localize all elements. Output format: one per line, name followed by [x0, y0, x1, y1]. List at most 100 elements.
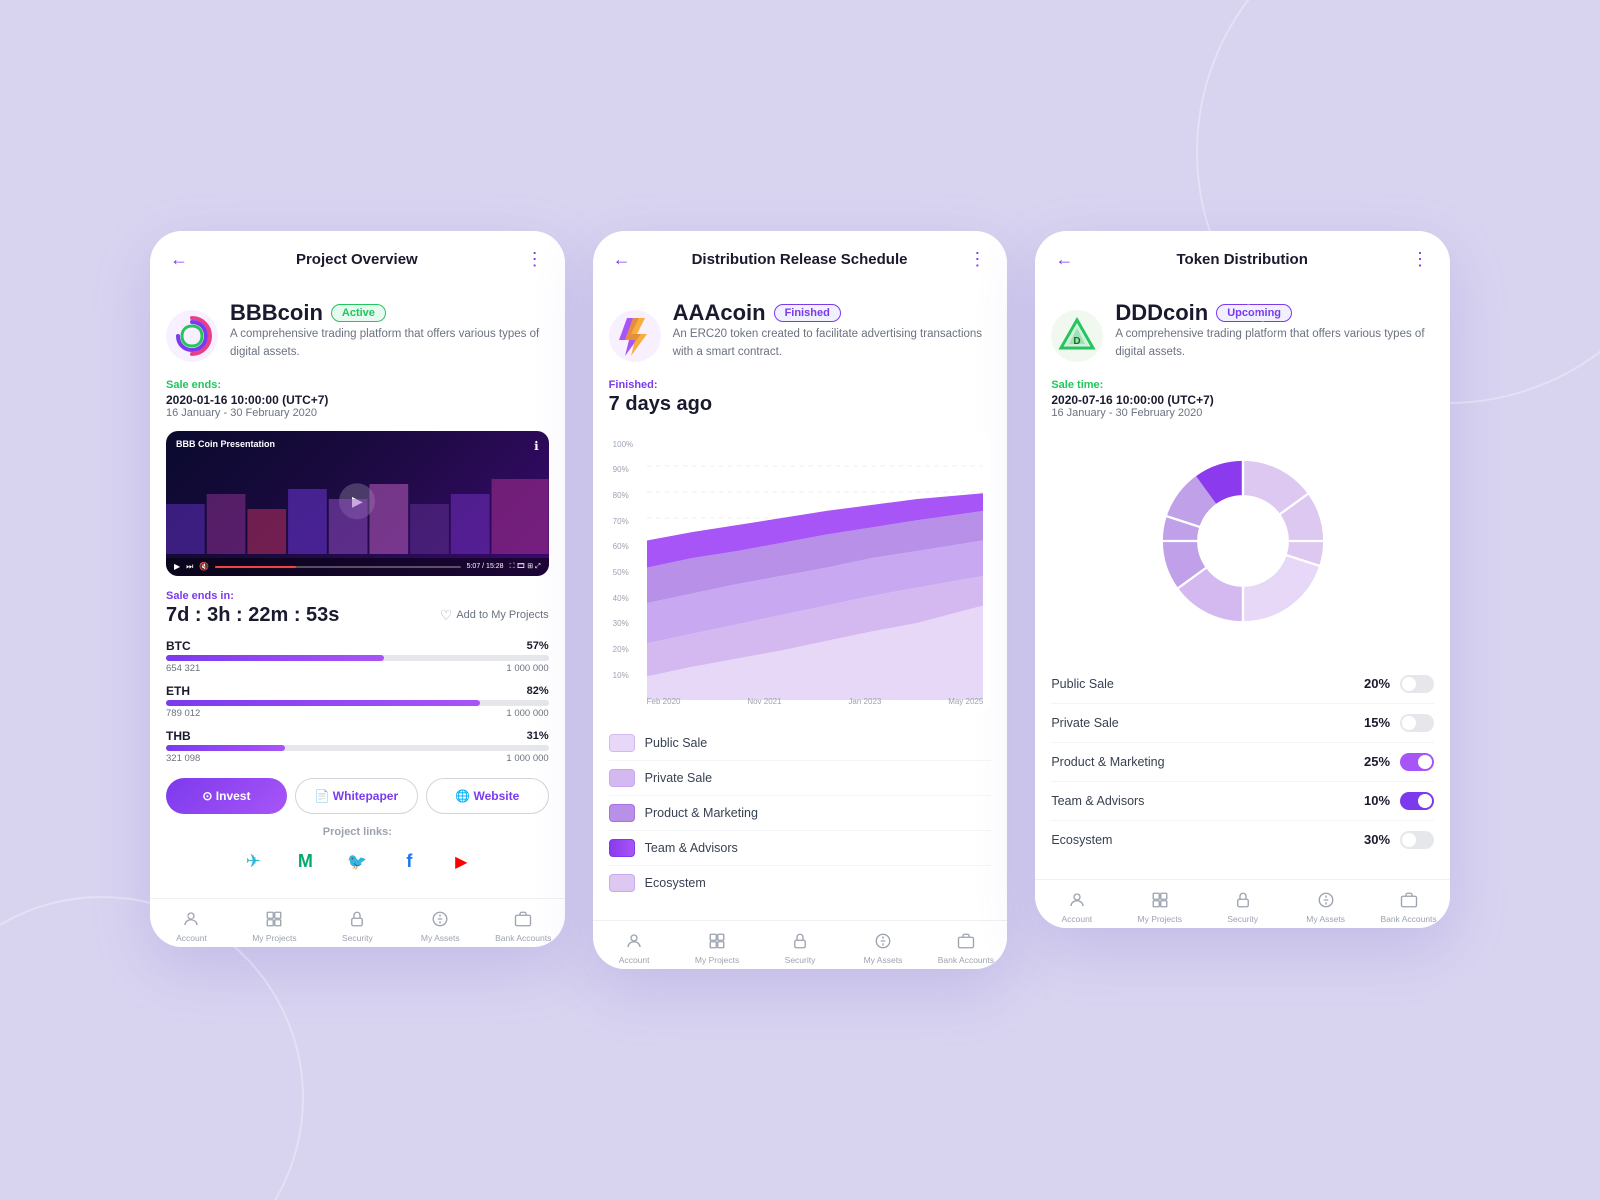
btc-progress: BTC 57% 654 321 1 000 000 [166, 639, 549, 674]
eth-progress: ETH 82% 789 012 1 000 000 [166, 684, 549, 719]
btc-pct: 57% [527, 640, 549, 652]
website-button[interactable]: 🌐 Website [426, 778, 549, 814]
bank-accounts-icon [1397, 888, 1421, 912]
back-button[interactable]: ← [613, 249, 631, 270]
menu-button[interactable]: ⋮ [1411, 249, 1430, 270]
private-sale-toggle[interactable] [1400, 714, 1434, 732]
token-dist-pct: 10% [1364, 793, 1390, 808]
nav-account-label: Account [176, 933, 207, 943]
nav-account[interactable]: Account [150, 907, 233, 943]
nav-security[interactable]: Security [759, 929, 842, 965]
coin-name-badge: BBBcoin Active [230, 300, 549, 326]
coin-info-row: BBBcoin Active A comprehensive trading p… [166, 300, 549, 371]
legend-label: Product & Marketing [645, 806, 758, 820]
y-label: 20% [613, 645, 633, 654]
token-dist-label: Public Sale [1051, 677, 1364, 691]
nav-my-assets[interactable]: My Assets [1284, 888, 1367, 924]
y-label: 50% [613, 568, 633, 577]
nav-bank-accounts[interactable]: Bank Accounts [924, 929, 1007, 965]
facebook-icon[interactable]: f [393, 846, 425, 878]
nav-bank-accounts[interactable]: Bank Accounts [482, 907, 565, 943]
ecosystem-toggle[interactable] [1400, 831, 1434, 849]
coin-logo: D [1051, 310, 1103, 362]
phone1-header: ← Project Overview ⋮ [150, 231, 565, 284]
coin-info-row: AAAcoin Finished An ERC20 token created … [609, 300, 992, 371]
bottom-nav: Account My Projects Security My Assets [150, 898, 565, 947]
coin-name-badge: DDDcoin Upcoming [1115, 300, 1434, 326]
chart-legend: Public Sale Private Sale Product & Marke… [609, 726, 992, 900]
account-icon [622, 929, 646, 953]
twitter-icon[interactable]: 🐦 [341, 846, 373, 878]
legend-label: Ecosystem [645, 876, 706, 890]
chart-x-labels: Feb 2020 Nov 2021 Jan 2023 May 2025 [647, 697, 984, 706]
menu-button[interactable]: ⋮ [526, 249, 545, 270]
phone-project-overview: ← Project Overview ⋮ BBBcoin Active [150, 231, 565, 947]
nav-my-assets-label: My Assets [421, 933, 460, 943]
bank-accounts-icon [511, 907, 535, 931]
nav-security-label: Security [1227, 914, 1258, 924]
token-distribution-list: Public Sale 20% Private Sale 15% Product… [1051, 665, 1434, 859]
countdown-row: 7d : 3h : 22m : 53s ♡ Add to My Projects [166, 604, 549, 627]
nav-account-label: Account [1061, 914, 1092, 924]
whitepaper-button[interactable]: 📄 Whitepaper [295, 778, 418, 814]
nav-my-projects[interactable]: My Projects [676, 929, 759, 965]
eth-label: ETH [166, 684, 190, 698]
nav-my-projects-label: My Projects [695, 955, 739, 965]
header-title: Project Overview [296, 251, 418, 268]
video-progress-bar[interactable] [215, 566, 460, 568]
token-dist-pct: 20% [1364, 676, 1390, 691]
back-button[interactable]: ← [1055, 249, 1073, 270]
nav-bank-accounts[interactable]: Bank Accounts [1367, 888, 1450, 924]
my-assets-icon [1314, 888, 1338, 912]
account-icon [179, 907, 203, 931]
product-marketing-toggle[interactable] [1400, 753, 1434, 771]
sale-range: 16 January - 30 February 2020 [1051, 407, 1434, 419]
team-advisors-toggle[interactable] [1400, 792, 1434, 810]
nav-bank-accounts-label: Bank Accounts [495, 933, 551, 943]
security-icon [788, 929, 812, 953]
menu-button[interactable]: ⋮ [968, 249, 987, 270]
countdown-label: Sale ends in: [166, 590, 549, 602]
y-label: 10% [613, 671, 633, 680]
thb-progress: THB 31% 321 098 1 000 000 [166, 729, 549, 764]
video-time: 5:07 / 15:28 [467, 563, 504, 570]
nav-security-label: Security [785, 955, 816, 965]
nav-my-projects-label: My Projects [1138, 914, 1182, 924]
project-links-label: Project links: [166, 826, 549, 838]
legend-label: Public Sale [645, 736, 708, 750]
medium-icon[interactable]: M [289, 846, 321, 878]
nav-my-projects-label: My Projects [252, 933, 296, 943]
action-buttons: ⊙ Invest 📄 Whitepaper 🌐 Website [166, 778, 549, 814]
y-label: 90% [613, 465, 633, 474]
legend-color [609, 734, 635, 752]
my-assets-icon [428, 907, 452, 931]
y-label: 100% [613, 440, 633, 449]
nav-my-projects[interactable]: My Projects [1118, 888, 1201, 924]
add-to-projects-button[interactable]: ♡ Add to My Projects [440, 607, 549, 624]
donut-chart [1153, 451, 1333, 631]
telegram-icon[interactable]: ✈ [237, 846, 269, 878]
countdown-value: 7d : 3h : 22m : 53s [166, 604, 339, 627]
youtube-icon[interactable]: ▶ [445, 846, 477, 878]
thb-pct: 31% [527, 730, 549, 742]
social-icons: ✈ M 🐦 f ▶ [166, 846, 549, 878]
token-dist-label: Team & Advisors [1051, 794, 1364, 808]
nav-account[interactable]: Account [1035, 888, 1118, 924]
nav-security[interactable]: Security [316, 907, 399, 943]
nav-account[interactable]: Account [593, 929, 676, 965]
sale-range: 16 January - 30 February 2020 [166, 407, 549, 419]
nav-my-assets[interactable]: My Assets [841, 929, 924, 965]
toggle-knob [1418, 755, 1432, 769]
coin-description: A comprehensive trading platform that of… [1115, 326, 1434, 361]
back-button[interactable]: ← [170, 249, 188, 270]
video-thumbnail[interactable]: BBB Coin Presentation ℹ ▶ ▶ ⏭ [166, 431, 549, 576]
nav-security[interactable]: Security [1201, 888, 1284, 924]
account-icon [1065, 888, 1089, 912]
coin-badge: Finished [774, 304, 841, 322]
public-sale-toggle[interactable] [1400, 675, 1434, 693]
invest-button[interactable]: ⊙ Invest [166, 778, 287, 814]
legend-color [609, 839, 635, 857]
video-info-button[interactable]: ℹ [534, 439, 539, 453]
nav-my-assets[interactable]: My Assets [399, 907, 482, 943]
nav-my-projects[interactable]: My Projects [233, 907, 316, 943]
